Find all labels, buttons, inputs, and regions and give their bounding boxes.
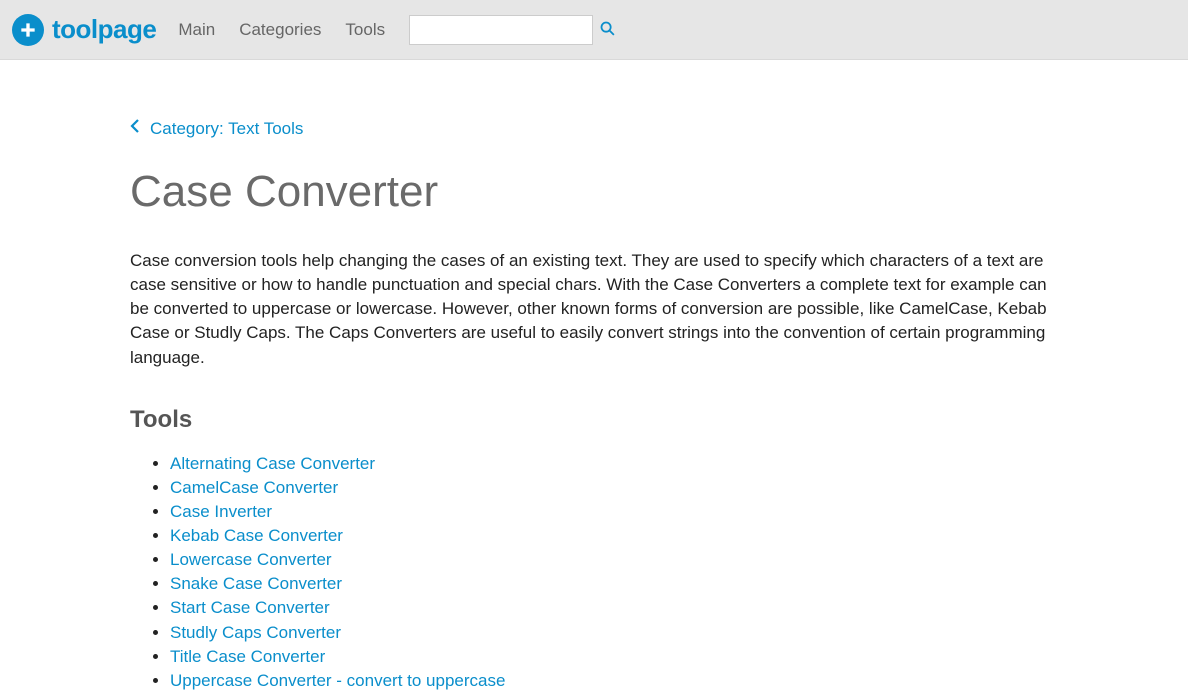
chevron-left-icon	[130, 118, 140, 139]
breadcrumb-link[interactable]: Category: Text Tools	[150, 119, 303, 139]
tool-link[interactable]: CamelCase Converter	[170, 478, 338, 497]
tools-list: Alternating Case Converter CamelCase Conv…	[130, 452, 1058, 693]
list-item: Lowercase Converter	[170, 548, 1058, 572]
tool-link[interactable]: Alternating Case Converter	[170, 454, 375, 473]
tool-link[interactable]: Lowercase Converter	[170, 550, 332, 569]
page-description: Case conversion tools help changing the …	[130, 249, 1058, 370]
search-icon	[599, 20, 616, 40]
list-item: Snake Case Converter	[170, 572, 1058, 596]
nav-tools[interactable]: Tools	[345, 20, 385, 40]
tool-link[interactable]: Studly Caps Converter	[170, 623, 341, 642]
top-bar: toolpage Main Categories Tools	[0, 0, 1188, 60]
list-item: CamelCase Converter	[170, 476, 1058, 500]
main-nav: Main Categories Tools	[178, 20, 385, 40]
nav-main[interactable]: Main	[178, 20, 215, 40]
search-input[interactable]	[418, 22, 599, 38]
tools-heading: Tools	[130, 406, 1058, 434]
tool-link[interactable]: Title Case Converter	[170, 647, 325, 666]
list-item: Start Case Converter	[170, 596, 1058, 620]
page-title: Case Converter	[130, 167, 1058, 217]
breadcrumb: Category: Text Tools	[130, 118, 1058, 139]
brand-name: toolpage	[52, 14, 156, 45]
tool-link[interactable]: Snake Case Converter	[170, 574, 342, 593]
tool-link[interactable]: Case Inverter	[170, 502, 272, 521]
list-item: Studly Caps Converter	[170, 621, 1058, 645]
search-button[interactable]	[599, 20, 616, 40]
search-box	[409, 15, 593, 45]
list-item: Alternating Case Converter	[170, 452, 1058, 476]
logo-icon	[12, 14, 44, 46]
list-item: Case Inverter	[170, 500, 1058, 524]
main-content: Category: Text Tools Case Converter Case…	[114, 118, 1074, 693]
brand-logo[interactable]: toolpage	[12, 14, 156, 46]
tool-link[interactable]: Kebab Case Converter	[170, 526, 343, 545]
tool-link[interactable]: Start Case Converter	[170, 598, 330, 617]
list-item: Kebab Case Converter	[170, 524, 1058, 548]
nav-categories[interactable]: Categories	[239, 20, 321, 40]
list-item: Uppercase Converter - convert to upperca…	[170, 669, 1058, 693]
list-item: Title Case Converter	[170, 645, 1058, 669]
